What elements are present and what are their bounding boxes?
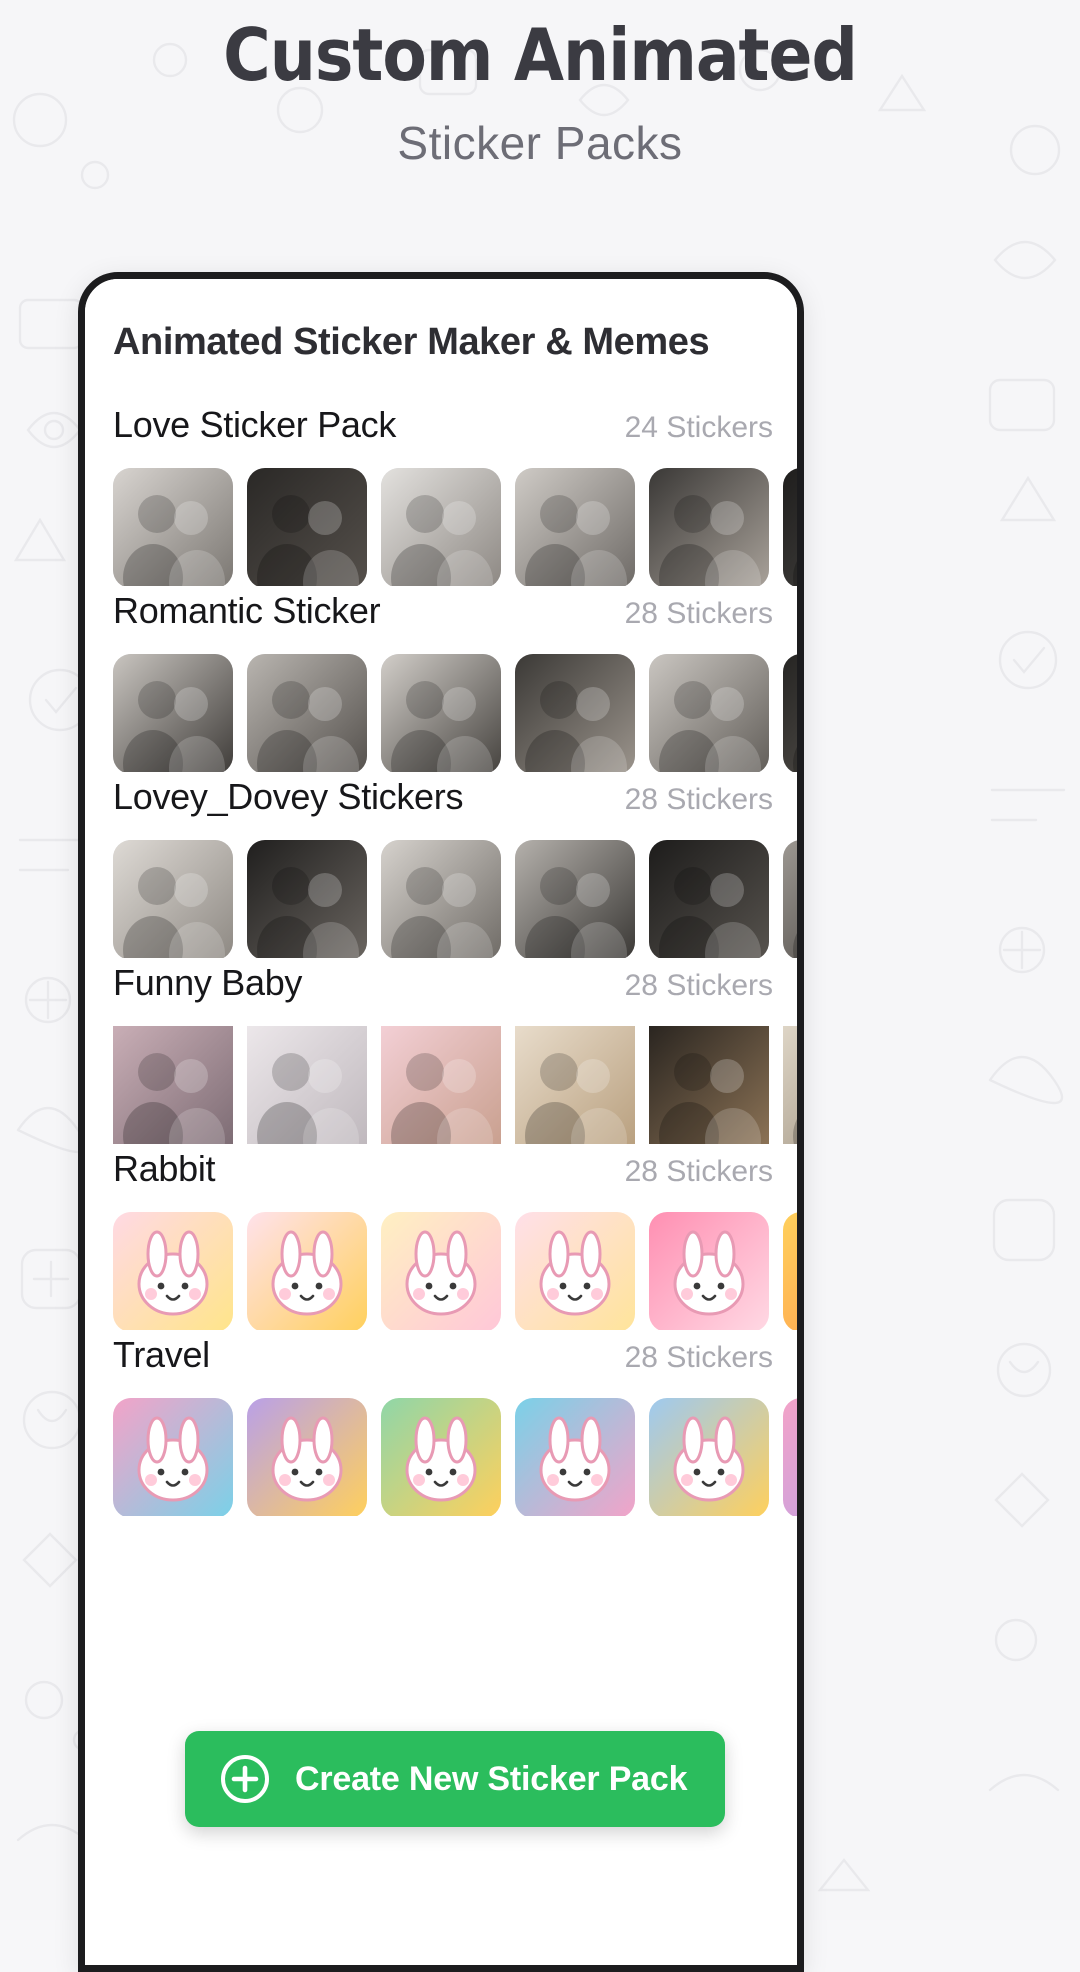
sticker-thumbnail[interactable] bbox=[381, 840, 501, 958]
sticker-thumbnail[interactable] bbox=[649, 1398, 769, 1516]
sticker-thumbnail[interactable] bbox=[247, 1398, 367, 1516]
sticker-pack-count: 28 Stickers bbox=[625, 1341, 773, 1375]
sticker-thumbnail[interactable] bbox=[515, 1398, 635, 1516]
sticker-thumbnail[interactable] bbox=[783, 654, 797, 772]
sticker-thumbnail-strip[interactable] bbox=[85, 1376, 797, 1516]
sticker-pack-row[interactable]: Love Sticker Pack 24 Stickers bbox=[85, 404, 797, 586]
sticker-pack-row[interactable]: Funny Baby 28 Stickers bbox=[85, 962, 797, 1144]
sticker-thumbnail[interactable] bbox=[783, 468, 797, 586]
sticker-thumbnail[interactable] bbox=[381, 654, 501, 772]
sticker-thumbnail[interactable] bbox=[247, 1026, 367, 1144]
sticker-pack-row[interactable]: Lovey_Dovey Stickers 28 Stickers bbox=[85, 776, 797, 958]
sticker-pack-row[interactable]: Romantic Sticker 28 Stickers bbox=[85, 590, 797, 772]
sticker-thumbnail-strip[interactable] bbox=[85, 632, 797, 772]
sticker-thumbnail[interactable] bbox=[649, 1212, 769, 1330]
sticker-thumbnail[interactable] bbox=[113, 1212, 233, 1330]
sticker-pack-header: Travel 28 Stickers bbox=[85, 1334, 797, 1376]
sticker-thumbnail[interactable] bbox=[515, 1212, 635, 1330]
sticker-pack-row[interactable]: Travel 28 Stickers bbox=[85, 1334, 797, 1516]
sticker-pack-count: 28 Stickers bbox=[625, 783, 773, 817]
sticker-thumbnail[interactable] bbox=[381, 1398, 501, 1516]
sticker-thumbnail[interactable] bbox=[381, 1026, 501, 1144]
sticker-thumbnail[interactable] bbox=[247, 654, 367, 772]
page-subtitle: Sticker Packs bbox=[0, 116, 1080, 170]
plus-circle-icon bbox=[219, 1753, 271, 1805]
sticker-thumbnail[interactable] bbox=[113, 1398, 233, 1516]
sticker-thumbnail[interactable] bbox=[247, 1212, 367, 1330]
sticker-thumbnail[interactable] bbox=[381, 468, 501, 586]
sticker-thumbnail[interactable] bbox=[515, 468, 635, 586]
sticker-pack-count: 28 Stickers bbox=[625, 1155, 773, 1189]
sticker-pack-header: Funny Baby 28 Stickers bbox=[85, 962, 797, 1004]
sticker-thumbnail[interactable] bbox=[649, 468, 769, 586]
sticker-pack-list[interactable]: Love Sticker Pack 24 Stickers Romantic Sti… bbox=[85, 364, 797, 1516]
sticker-pack-header: Love Sticker Pack 24 Stickers bbox=[85, 404, 797, 446]
phone-frame: Animated Sticker Maker & Memes Love Stic… bbox=[78, 272, 804, 1972]
sticker-thumbnail[interactable] bbox=[515, 1026, 635, 1144]
promo-header: Custom Animated Sticker Packs bbox=[0, 0, 1080, 170]
sticker-thumbnail[interactable] bbox=[783, 1398, 797, 1516]
sticker-thumbnail[interactable] bbox=[113, 840, 233, 958]
sticker-pack-name: Rabbit bbox=[113, 1148, 215, 1190]
sticker-pack-count: 28 Stickers bbox=[625, 969, 773, 1003]
sticker-thumbnail[interactable] bbox=[515, 840, 635, 958]
sticker-thumbnail[interactable] bbox=[649, 654, 769, 772]
sticker-thumbnail[interactable] bbox=[783, 1026, 797, 1144]
sticker-pack-name: Love Sticker Pack bbox=[113, 404, 396, 446]
sticker-thumbnail-strip[interactable] bbox=[85, 1190, 797, 1330]
app-title: Animated Sticker Maker & Memes bbox=[85, 279, 797, 364]
sticker-thumbnail-strip[interactable] bbox=[85, 818, 797, 958]
app-screen: Animated Sticker Maker & Memes Love Stic… bbox=[85, 279, 797, 1965]
page-title: Custom Animated bbox=[0, 18, 1080, 94]
sticker-thumbnail[interactable] bbox=[783, 840, 797, 958]
sticker-thumbnail[interactable] bbox=[649, 840, 769, 958]
sticker-thumbnail[interactable] bbox=[247, 840, 367, 958]
sticker-pack-row[interactable]: Rabbit 28 Stickers bbox=[85, 1148, 797, 1330]
sticker-thumbnail[interactable] bbox=[113, 468, 233, 586]
sticker-thumbnail[interactable] bbox=[247, 468, 367, 586]
sticker-pack-header: Lovey_Dovey Stickers 28 Stickers bbox=[85, 776, 797, 818]
sticker-thumbnail[interactable] bbox=[649, 1026, 769, 1144]
sticker-pack-name: Romantic Sticker bbox=[113, 590, 380, 632]
sticker-pack-name: Funny Baby bbox=[113, 962, 302, 1004]
sticker-thumbnail[interactable] bbox=[783, 1212, 797, 1330]
sticker-thumbnail[interactable] bbox=[113, 1026, 233, 1144]
create-new-sticker-pack-button[interactable]: Create New Sticker Pack bbox=[185, 1731, 725, 1827]
sticker-pack-header: Romantic Sticker 28 Stickers bbox=[85, 590, 797, 632]
sticker-thumbnail[interactable] bbox=[515, 654, 635, 772]
sticker-thumbnail-strip[interactable] bbox=[85, 1004, 797, 1144]
sticker-pack-name: Travel bbox=[113, 1334, 210, 1376]
sticker-thumbnail[interactable] bbox=[113, 654, 233, 772]
sticker-thumbnail[interactable] bbox=[381, 1212, 501, 1330]
create-new-sticker-pack-label: Create New Sticker Pack bbox=[295, 1760, 687, 1799]
sticker-pack-count: 24 Stickers bbox=[625, 411, 773, 445]
sticker-pack-count: 28 Stickers bbox=[625, 597, 773, 631]
sticker-thumbnail-strip[interactable] bbox=[85, 446, 797, 586]
sticker-pack-header: Rabbit 28 Stickers bbox=[85, 1148, 797, 1190]
sticker-pack-name: Lovey_Dovey Stickers bbox=[113, 776, 463, 818]
